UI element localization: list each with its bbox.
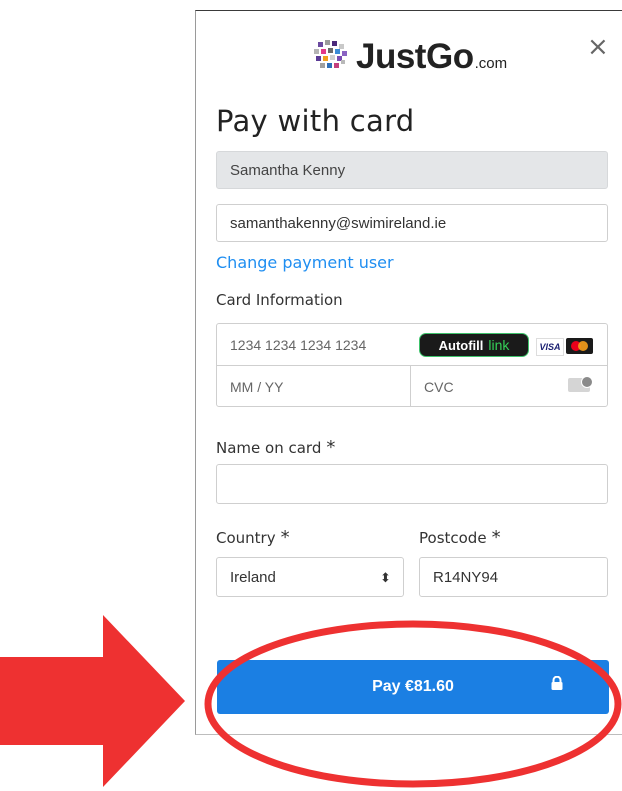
country-value: Ireland xyxy=(230,568,276,586)
payer-email-field[interactable]: samanthakenny@swimireland.ie xyxy=(216,204,608,242)
annotation-arrow-icon xyxy=(0,615,185,787)
country-label: Country * xyxy=(216,527,290,548)
postcode-value: R14NY94 xyxy=(433,568,499,586)
name-on-card-label: Name on card * xyxy=(216,437,336,458)
autofill-label: Autofill xyxy=(438,337,484,353)
select-arrows-icon: ⬍ xyxy=(380,570,391,585)
name-on-card-input[interactable] xyxy=(216,464,608,504)
expiry-input[interactable]: MM / YY xyxy=(230,379,283,395)
autofill-link-button[interactable]: Autofill link xyxy=(419,333,529,357)
cvc-input[interactable]: CVC xyxy=(424,379,454,395)
brand-logo: JustGo .com xyxy=(310,38,507,74)
visa-icon: VISA xyxy=(536,338,564,356)
close-icon[interactable]: × xyxy=(587,34,609,60)
page-title: Pay with card xyxy=(216,104,415,138)
mastercard-icon xyxy=(566,338,593,354)
link-brand-label: link xyxy=(488,337,510,353)
postcode-label: Postcode * xyxy=(419,527,501,548)
brand-domain: .com xyxy=(474,55,508,72)
card-divider xyxy=(410,365,411,407)
country-select[interactable]: Ireland xyxy=(216,557,404,597)
justgo-logo-icon xyxy=(314,40,347,68)
cvc-card-icon xyxy=(568,376,593,392)
card-divider xyxy=(216,365,608,366)
card-number-input[interactable]: 1234 1234 1234 1234 xyxy=(230,337,366,353)
annotation-ellipse-icon xyxy=(204,620,622,788)
postcode-input[interactable]: R14NY94 xyxy=(419,557,608,597)
brand-name: JustGo xyxy=(356,37,474,76)
change-payment-user-link[interactable]: Change payment user xyxy=(216,253,394,272)
payer-name-field: Samantha Kenny xyxy=(216,151,608,189)
payer-email-value: samanthakenny@swimireland.ie xyxy=(230,214,447,232)
payer-name-value: Samantha Kenny xyxy=(230,161,346,179)
card-information-label: Card Information xyxy=(216,291,343,309)
